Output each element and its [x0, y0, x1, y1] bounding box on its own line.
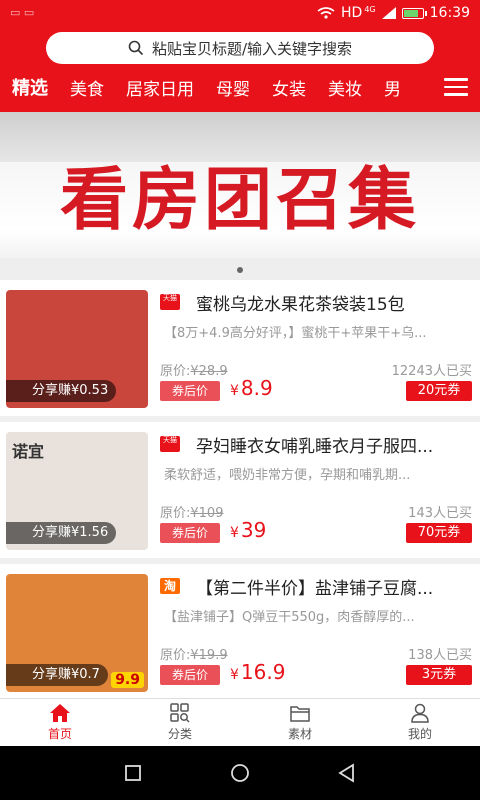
tmall-icon: 天猫	[160, 436, 180, 452]
coupon-badge[interactable]: 20元券	[406, 381, 472, 401]
nav-profile-label: 我的	[407, 727, 432, 741]
user-icon	[411, 703, 429, 723]
product-title[interactable]: 孕妇睡衣女哺乳睡衣月子服四...	[196, 432, 474, 457]
tab-2[interactable]: 居家日用	[126, 75, 194, 100]
original-price-label: 原价:	[160, 364, 191, 379]
signal-badge: 4G	[364, 4, 376, 14]
status-bar: ▭ ▭ HD 4G 16:39	[0, 0, 480, 30]
after-coupon-label: 券后价	[160, 523, 220, 543]
signal-icon	[381, 7, 396, 19]
banner-dot[interactable]	[237, 267, 243, 273]
after-coupon-label: 券后价	[160, 665, 220, 685]
tab-1[interactable]: 美食	[70, 75, 104, 100]
nav-category-label: 分类	[167, 727, 192, 741]
system-nav-bar	[0, 746, 480, 800]
nav-material[interactable]: 素材	[240, 699, 360, 746]
original-price: 原价:¥28.9	[160, 360, 228, 379]
product-image[interactable]: 诺宜 分享赚¥1.56	[6, 432, 148, 550]
battery-icon	[401, 7, 427, 19]
coupon-badge[interactable]: 3元券	[406, 665, 472, 685]
tab-3[interactable]: 母婴	[216, 75, 250, 100]
original-price-label: 原价:	[160, 506, 191, 521]
taobao-icon: 淘	[160, 578, 180, 594]
price-value: 16.9	[240, 660, 286, 684]
original-price-value: ¥19.9	[190, 648, 228, 663]
search-bar[interactable]: 粘贴宝贝标题/输入关键字搜索	[46, 32, 434, 64]
share-earn-tag[interactable]: 分享赚¥1.56	[6, 522, 117, 544]
tmall-icon: 天猫	[160, 294, 180, 310]
banner-dots	[0, 267, 480, 273]
nav-home[interactable]: 首页	[0, 699, 120, 746]
sold-count: 12243人已买	[391, 364, 472, 379]
product-desc: 【8万+4.9高分好评，】蜜桃干+苹果干+乌...	[164, 326, 427, 341]
after-coupon-label: 券后价	[160, 381, 220, 401]
product-desc: 【盐津铺子】Q弹豆干550g，肉香醇厚的...	[164, 610, 415, 625]
original-price: 原价:¥109	[160, 502, 223, 521]
category-icon	[170, 703, 190, 723]
final-price: ¥8.9	[230, 376, 273, 400]
product-item[interactable]: 分享赚¥0.53 天猫 蜜桃乌龙水果花茶袋装15包 【8万+4.9高分好评，】蜜…	[0, 280, 480, 416]
menu-icon[interactable]	[444, 78, 468, 96]
tab-6[interactable]: 男	[384, 75, 401, 100]
back-icon[interactable]	[337, 763, 357, 783]
tab-5[interactable]: 美妆	[328, 75, 362, 100]
share-earn-tag[interactable]: 分享赚¥0.53	[6, 380, 117, 402]
tab-0[interactable]: 精选	[12, 74, 48, 100]
folder-icon	[290, 706, 310, 722]
nav-profile[interactable]: 我的	[360, 699, 480, 746]
search-placeholder: 粘贴宝贝标题/输入关键字搜索	[151, 39, 353, 58]
sold-count: 143人已买	[408, 506, 472, 521]
battery-level	[403, 9, 419, 17]
original-price-value: ¥28.9	[190, 364, 228, 379]
app-header: ▭ ▭ HD 4G 16:39 粘贴宝贝标题/输入关键字搜索 精选 美食 居家日…	[0, 0, 480, 112]
wifi-icon	[317, 7, 335, 19]
thumb-price-badge: 9.9	[111, 672, 144, 688]
product-image[interactable]: 分享赚¥0.53	[6, 290, 148, 408]
recent-apps-icon[interactable]	[123, 763, 143, 783]
product-item[interactable]: 诺宜 分享赚¥1.56 天猫 孕妇睡衣女哺乳睡衣月子服四... 柔软舒适，喂奶非…	[0, 416, 480, 552]
price-currency: ¥	[230, 383, 239, 399]
price-value: 39	[240, 518, 267, 542]
status-indicators: HD 4G 16:39	[317, 5, 470, 21]
final-price: ¥39	[230, 518, 266, 542]
nav-home-label: 首页	[47, 727, 72, 741]
status-time: 16:39	[429, 5, 470, 21]
tab-scroll[interactable]: 精选 美食 居家日用 母婴 女装 美妆男	[0, 66, 428, 108]
bottom-nav: 首页 分类 素材 我的	[0, 698, 480, 746]
product-title[interactable]: 【第二件半价】盐津铺子豆腐...	[196, 574, 474, 599]
product-item[interactable]: 分享赚¥0.7 9.9 淘 【第二件半价】盐津铺子豆腐... 【盐津铺子】Q弹豆…	[0, 558, 480, 694]
product-desc: 柔软舒适，喂奶非常方便，孕期和哺乳期...	[164, 468, 411, 483]
coupon-badge[interactable]: 70元券	[406, 523, 472, 543]
search-icon	[128, 40, 144, 56]
product-list: 分享赚¥0.53 天猫 蜜桃乌龙水果花茶袋装15包 【8万+4.9高分好评，】蜜…	[0, 280, 480, 698]
banner-title: 看房团召集	[59, 161, 420, 240]
network-label: HD	[341, 5, 363, 21]
final-price: ¥16.9	[230, 660, 285, 684]
product-image[interactable]: 分享赚¥0.7 9.9	[6, 574, 148, 692]
product-title[interactable]: 蜜桃乌龙水果花茶袋装15包	[196, 290, 474, 315]
price-value: 8.9	[240, 376, 273, 400]
sold-count: 138人已买	[408, 648, 472, 663]
promo-banner[interactable]: 看房团召集	[0, 112, 480, 280]
status-notification-icons: ▭ ▭	[10, 6, 35, 19]
home-icon	[50, 704, 70, 722]
home-circle-icon[interactable]	[230, 763, 250, 783]
price-currency: ¥	[230, 667, 239, 683]
banner-background	[0, 112, 480, 162]
original-price-label: 原价:	[160, 648, 191, 663]
original-price: 原价:¥19.9	[160, 644, 228, 663]
original-price-value: ¥109	[190, 506, 224, 521]
share-earn-tag[interactable]: 分享赚¥0.7	[6, 664, 108, 686]
nav-material-label: 素材	[287, 727, 312, 741]
price-currency: ¥	[230, 525, 239, 541]
category-tabs: 精选 美食 居家日用 母婴 女装 美妆男	[0, 66, 480, 108]
tab-4[interactable]: 女装	[272, 75, 306, 100]
thumb-brand-label: 诺宜	[12, 442, 45, 461]
nav-category[interactable]: 分类	[120, 699, 240, 746]
